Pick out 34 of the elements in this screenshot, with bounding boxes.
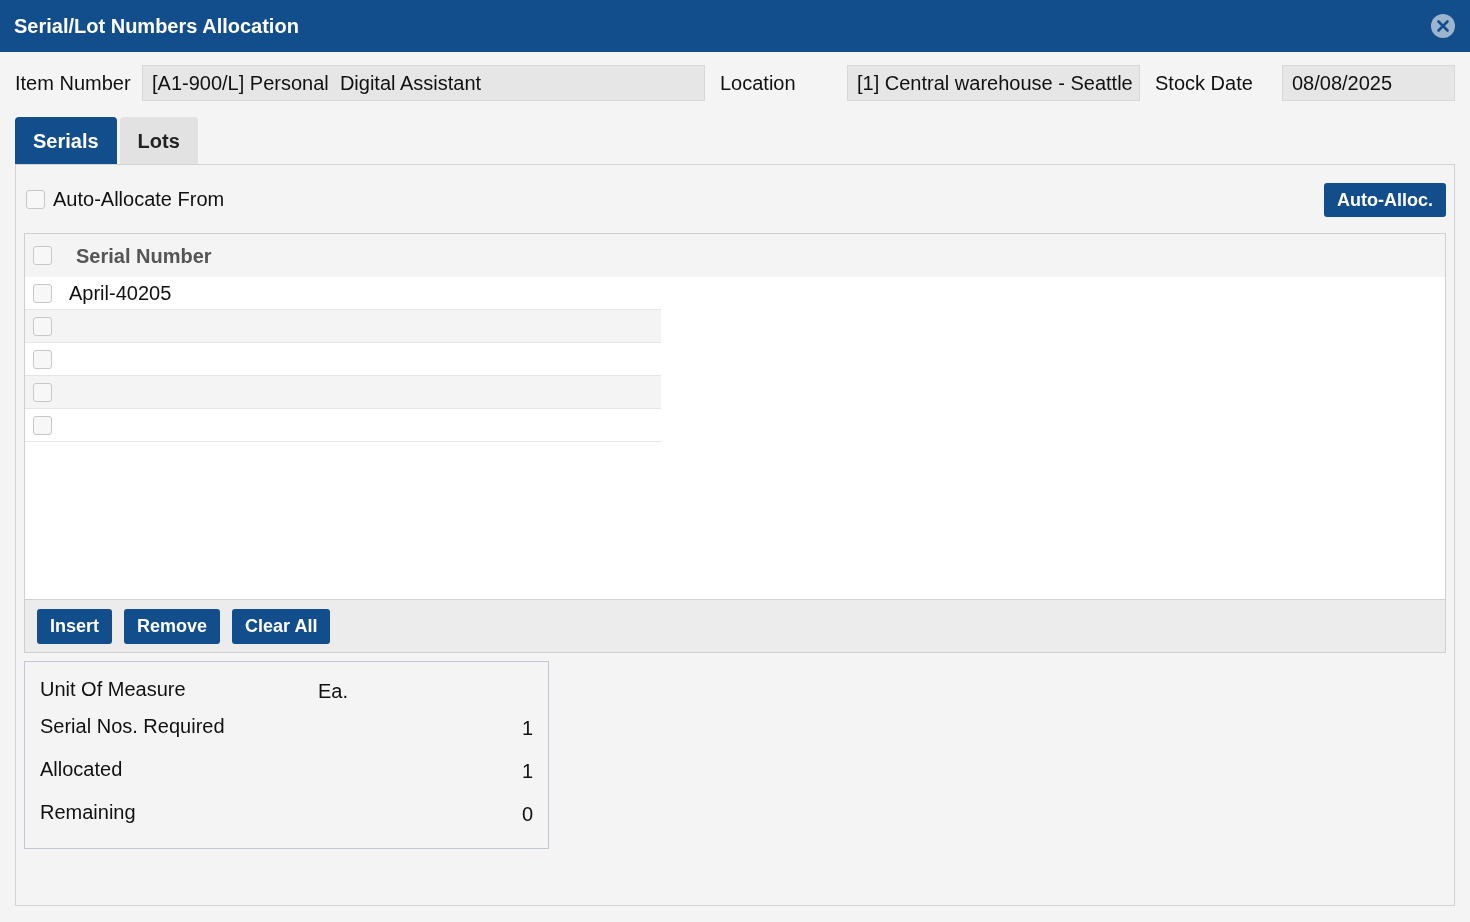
close-icon[interactable] (1431, 14, 1455, 38)
summary-value: 0 (521, 801, 533, 827)
grid-row[interactable] (25, 376, 661, 409)
checkbox[interactable] (33, 283, 52, 303)
checkbox[interactable] (33, 382, 52, 402)
checkbox[interactable] (33, 415, 52, 435)
checkbox[interactable] (33, 349, 52, 369)
field-label: Location (720, 71, 797, 96)
checkbox[interactable] (33, 316, 52, 336)
auto-alloc-button[interactable]: Auto-Alloc. (1324, 183, 1446, 217)
text-field[interactable]: 08/08/2025 (1282, 65, 1455, 101)
summary-label: Serial Nos. Required (40, 713, 226, 739)
grid-row[interactable] (25, 310, 661, 343)
checkbox[interactable] (33, 246, 52, 265)
summary-label: Allocated (40, 756, 124, 782)
checkbox[interactable] (26, 189, 45, 209)
grid-button[interactable]: Clear All (232, 608, 331, 644)
summary-value: Ea. (318, 679, 349, 704)
tab[interactable]: Serials (15, 117, 117, 164)
text-field[interactable]: [A1-900/L] Personal Digital Assistant (142, 65, 705, 101)
summary-label: Unit Of Measure (40, 677, 187, 702)
summary-label: Remaining (40, 799, 137, 825)
field-label: Stock Date (1155, 71, 1254, 96)
grid-button[interactable]: Remove (124, 608, 221, 644)
checkbox-label: Auto-Allocate From (53, 187, 225, 212)
serial-cell-text: April-40205 (69, 281, 172, 306)
summary-value: 1 (521, 758, 533, 784)
window-title: Serial/Lot Numbers Allocation (14, 14, 299, 39)
field-label: Item Number (15, 71, 132, 96)
grid-button[interactable]: Insert (37, 608, 113, 644)
text-field[interactable]: [1] Central warehouse - Seattle (847, 65, 1140, 101)
tab[interactable]: Lots (119, 117, 198, 164)
column-header: Serial Number (76, 243, 212, 269)
summary-value: 1 (521, 715, 533, 741)
